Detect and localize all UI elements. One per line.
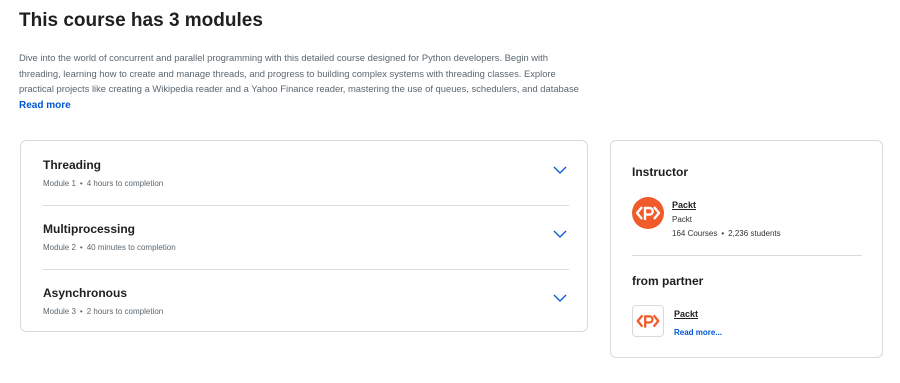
meta-separator: •: [79, 179, 83, 188]
module-title: Multiprocessing: [43, 222, 136, 236]
chevron-down-icon[interactable]: [553, 293, 567, 303]
module-meta: Module 3 • 2 hours to completion: [43, 307, 163, 316]
chevron-down-icon[interactable]: [553, 165, 567, 175]
meta-separator: •: [721, 229, 725, 238]
instructor-partner-card: Instructor Packt Packt 164 Courses • 2,236…: [610, 140, 883, 358]
course-description: Dive into the world of concurrent and pa…: [19, 50, 589, 97]
instructor-students: 2,236 students: [728, 229, 781, 238]
instructor-courses: 164 Courses: [672, 229, 718, 238]
module-duration: 2 hours to completion: [86, 307, 164, 316]
partner-name-link[interactable]: Packt: [674, 309, 698, 319]
description-line: practical projects like creating a Wikip…: [19, 83, 579, 94]
module-meta: Module 1 • 4 hours to completion: [43, 179, 163, 188]
module-number: Module 2: [43, 243, 76, 252]
module-number: Module 1: [43, 179, 76, 188]
description-line: Dive into the world of concurrent and pa…: [19, 52, 548, 63]
instructor-org: Packt: [672, 215, 693, 224]
instructor-stats: 164 Courses • 2,236 students: [672, 229, 781, 238]
module-meta: Module 2 • 40 minutes to completion: [43, 243, 176, 252]
module-item-multiprocessing[interactable]: Multiprocessing Module 2 • 40 minutes to c…: [43, 205, 569, 269]
partner-logo[interactable]: [632, 305, 664, 337]
module-duration: 40 minutes to completion: [86, 243, 176, 252]
instructor-avatar[interactable]: [632, 197, 664, 229]
module-title: Threading: [43, 158, 102, 172]
chevron-down-icon[interactable]: [553, 229, 567, 239]
module-duration: 4 hours to completion: [86, 179, 164, 188]
module-item-threading[interactable]: Threading Module 1 • 4 hours to completion: [43, 141, 569, 205]
description-line: threading, learning how to create and ma…: [19, 67, 556, 79]
packt-logo-icon: [636, 314, 660, 328]
instructor-name-link[interactable]: Packt: [672, 200, 696, 210]
module-number: Module 3: [43, 307, 76, 316]
packt-logo-icon: [635, 206, 661, 220]
partner-read-more-link[interactable]: Read more...: [674, 328, 722, 337]
instructor-heading: Instructor: [632, 165, 689, 179]
meta-separator: •: [79, 243, 83, 252]
page-title: This course has 3 modules: [19, 10, 263, 31]
read-more-link[interactable]: Read more: [19, 100, 71, 111]
partner-heading: from partner: [632, 274, 704, 288]
module-title: Asynchronous: [43, 286, 128, 300]
modules-accordion: Threading Module 1 • 4 hours to completion…: [20, 140, 588, 332]
module-item-asynchronous[interactable]: Asynchronous Module 3 • 2 hours to complet…: [43, 269, 569, 333]
section-divider: [632, 255, 862, 256]
meta-separator: •: [79, 307, 83, 316]
